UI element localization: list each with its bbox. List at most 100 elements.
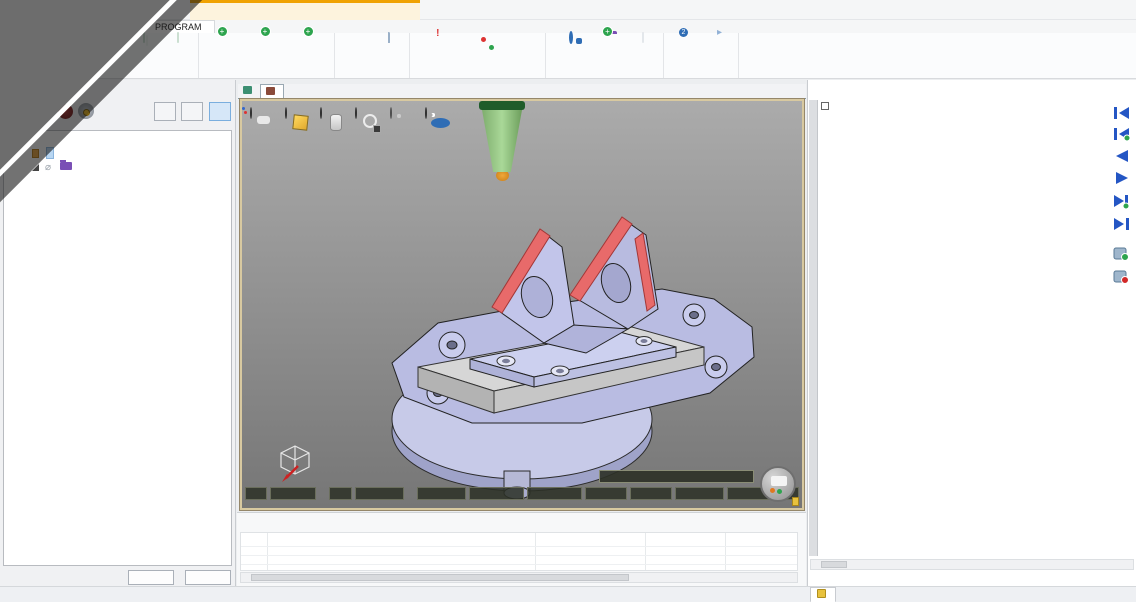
import-group	[335, 33, 410, 78]
a-value	[585, 487, 627, 500]
apt-file-button[interactable]	[372, 34, 406, 68]
paste-button[interactable]	[161, 34, 195, 68]
program-margin-strip	[809, 100, 818, 556]
step-back-button[interactable]	[1116, 150, 1128, 162]
use-tool-list-button[interactable]	[288, 34, 331, 68]
collapse-icon[interactable]	[821, 102, 829, 110]
setup-button[interactable]	[202, 34, 245, 68]
process-edit-panel	[0, 80, 236, 586]
remove-stop-button[interactable]	[1114, 271, 1129, 284]
contextual-tab-process-edit[interactable]	[190, 0, 420, 20]
go-to-start-button[interactable]	[1114, 107, 1129, 119]
program-hscrollbar[interactable]	[810, 559, 1134, 570]
viewport-toolbar	[250, 108, 455, 148]
minimize-button[interactable]	[1048, 0, 1076, 20]
ribbon	[0, 33, 1136, 79]
simulation-viewport[interactable]	[240, 99, 804, 510]
milling-button[interactable]	[413, 34, 456, 68]
x-value	[417, 487, 466, 500]
restore-button[interactable]	[1076, 0, 1104, 20]
ribbon-tab-bar: PROGRAM	[0, 20, 1136, 33]
group-caption	[549, 68, 660, 78]
viewport-tab-bar	[238, 84, 806, 99]
group-caption	[667, 68, 735, 78]
play-button[interactable]	[1116, 172, 1128, 184]
selection-mode-button[interactable]	[390, 107, 392, 119]
replay-simulation-button[interactable]	[549, 34, 592, 68]
bottom-tab-strip	[0, 586, 1136, 602]
window-controls	[1048, 0, 1132, 20]
warning-icon	[32, 149, 39, 158]
c-value	[630, 487, 672, 500]
apply-button[interactable]	[128, 570, 174, 585]
group-caption	[202, 68, 331, 78]
apt-file-icon	[388, 32, 390, 43]
copy-icon	[143, 32, 145, 43]
title-bar	[0, 0, 1136, 20]
program-doc-icon	[792, 497, 799, 506]
z-value	[527, 487, 582, 500]
scrollbar-thumb[interactable]	[251, 574, 629, 581]
errors-table	[240, 532, 798, 571]
program-panel	[807, 80, 1136, 586]
view-mode-2-button[interactable]	[181, 102, 203, 121]
tree-root-item[interactable]	[4, 131, 231, 145]
add-resources-group	[199, 33, 335, 78]
solid-view-button[interactable]	[285, 107, 287, 119]
clipboard-group	[124, 33, 199, 78]
group-caption	[413, 68, 542, 78]
errors-hscrollbar[interactable]	[240, 572, 798, 583]
feed-value	[270, 487, 317, 500]
add-group-button[interactable]	[592, 34, 626, 68]
machine-status-icon[interactable]	[760, 466, 796, 502]
functions-button[interactable]	[499, 34, 542, 68]
panel-header-icons	[769, 517, 801, 527]
document-icon	[243, 86, 252, 94]
cancel-button[interactable]	[185, 570, 231, 585]
process-errors-panel	[237, 512, 806, 586]
tree-group-item[interactable]	[4, 160, 231, 174]
stock-view-button[interactable]	[320, 107, 322, 119]
program-list	[821, 102, 1108, 556]
replay-simulation-icon	[569, 31, 573, 44]
paste-icon	[177, 32, 179, 43]
eye-hidden-icon[interactable]	[45, 161, 58, 175]
tree-program-item[interactable]	[4, 146, 231, 160]
panel-header-icons	[198, 84, 230, 94]
playback-rail	[1111, 106, 1133, 291]
view-orientation-button[interactable]	[250, 107, 252, 119]
tab-project-document[interactable]	[238, 84, 260, 99]
axis-triad-icon	[274, 442, 316, 484]
scrollbar-thumb[interactable]	[821, 561, 847, 568]
tab-process-edit[interactable]	[260, 84, 284, 99]
program-tab-icon	[817, 589, 826, 598]
copy-button[interactable]	[127, 34, 161, 68]
program-tab[interactable]	[810, 587, 836, 602]
view-mode-1-button[interactable]	[154, 102, 176, 121]
zoom-button[interactable]	[355, 107, 357, 119]
step-back-block-button[interactable]	[1114, 128, 1130, 141]
copy-on-disk-button[interactable]	[667, 34, 701, 68]
program-iso-button[interactable]	[338, 34, 372, 68]
send-to-dnc-button[interactable]	[701, 34, 735, 68]
close-button[interactable]	[1104, 0, 1132, 20]
cumulated-time-box	[599, 470, 754, 483]
expanded-triangle-icon[interactable]	[32, 164, 39, 171]
process-icon	[266, 87, 275, 95]
go-to-end-button[interactable]	[1114, 218, 1129, 230]
view-mode-3-button[interactable]	[209, 102, 231, 121]
tree-toolbar	[0, 100, 235, 126]
refresh-view-button[interactable]	[425, 107, 427, 119]
machine-button[interactable]	[245, 34, 288, 68]
play-to-next-button[interactable]	[1114, 195, 1129, 209]
mcode-value	[329, 487, 352, 500]
repeat-button[interactable]	[626, 34, 660, 68]
folder-icon	[60, 162, 72, 170]
nc-functions-button[interactable]	[456, 34, 499, 68]
add-stop-button[interactable]	[1114, 248, 1129, 261]
record-icon[interactable]	[58, 104, 73, 119]
gcode-value	[245, 487, 267, 500]
operations-tree	[3, 130, 232, 566]
program-group-item[interactable]	[821, 102, 1108, 114]
target-icon[interactable]	[78, 103, 94, 119]
